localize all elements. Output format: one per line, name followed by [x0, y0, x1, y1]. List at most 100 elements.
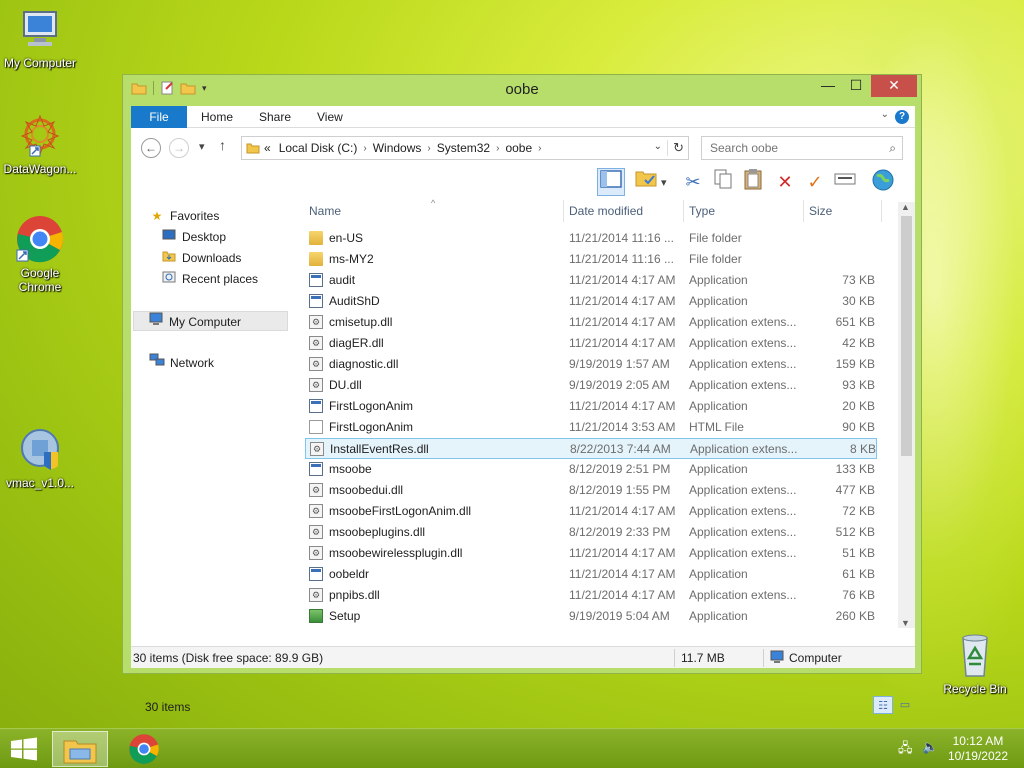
chevron-right-icon[interactable]: › [494, 143, 501, 154]
refresh-icon[interactable]: ↻ [667, 140, 684, 156]
file-name: en-US [329, 231, 364, 245]
file-row[interactable]: AuditShD 11/21/2014 4:17 AM Application 30 … [305, 291, 877, 312]
nav-my-computer[interactable]: My Computer [133, 311, 288, 331]
network-tray-icon[interactable]: 🖧 [898, 739, 913, 761]
column-date-modified[interactable]: Date modified [563, 198, 681, 224]
maximize-button[interactable]: ☐ [842, 75, 870, 97]
select-icon[interactable] [831, 168, 859, 196]
file-row[interactable]: msoobeplugins.dll 8/12/2019 2:33 PM Applic… [305, 522, 877, 543]
scroll-down-icon[interactable]: ▼ [901, 618, 910, 628]
breadcrumb-windows[interactable]: Windows [369, 141, 426, 155]
recent-places-icon [161, 269, 177, 289]
scroll-up-icon[interactable]: ▲ [901, 202, 910, 212]
chevron-right-icon[interactable]: › [536, 143, 543, 154]
column-name[interactable]: Name [303, 198, 559, 224]
file-size: 133 KB [835, 462, 875, 476]
help-icon[interactable]: ? [895, 110, 909, 124]
volume-icon[interactable]: 🔈 [922, 739, 938, 755]
nav-downloads[interactable]: Downloads [161, 248, 241, 268]
tab-home[interactable]: Home [201, 106, 233, 128]
search-input[interactable] [702, 137, 877, 159]
dll-file-icon [309, 501, 323, 521]
properties-folder-icon[interactable] [633, 168, 661, 196]
desktop-icon-my-computer[interactable]: My Computer [0, 8, 80, 70]
file-size: 20 KB [842, 399, 875, 413]
rename-icon[interactable]: ✓ [801, 168, 829, 196]
search-icon[interactable]: ⌕ [889, 141, 896, 156]
nav-recent-places[interactable]: Recent places [161, 269, 258, 289]
toolbar-dropdown-icon[interactable]: ▾ [661, 176, 667, 189]
file-row[interactable]: msoobewirelessplugin.dll 11/21/2014 4:17 … [305, 543, 877, 564]
breadcrumb-oobe[interactable]: oobe [501, 141, 536, 155]
chevron-right-icon[interactable]: › [361, 143, 368, 154]
search-box[interactable]: ⌕ [701, 136, 903, 160]
desktop-icon-recycle-bin[interactable]: Recycle Bin [935, 630, 1015, 696]
forward-button[interactable]: → [169, 138, 189, 158]
desktop-icon-label: Google Chrome [18, 266, 62, 294]
cut-icon[interactable]: ✂ [679, 168, 707, 196]
taskbar-chrome[interactable] [116, 731, 172, 767]
chevron-right-icon[interactable]: › [425, 143, 432, 154]
desktop-icon-label: DataWagon... [3, 162, 77, 176]
desktop-icon-label: vmac_v1.0... [5, 476, 75, 490]
up-arrow-icon[interactable]: ↑ [219, 137, 226, 153]
large-icons-view-icon[interactable]: ▭ [895, 696, 915, 714]
delete-icon[interactable]: ✕ [771, 168, 799, 196]
minimize-button[interactable]: — [814, 75, 842, 97]
breadcrumb-system32[interactable]: System32 [433, 141, 494, 155]
address-bar[interactable]: « Local Disk (C:) › Windows › System32 ›… [241, 136, 689, 160]
close-button[interactable]: ✕ [871, 75, 917, 97]
copy-icon[interactable] [709, 168, 737, 196]
file-row[interactable]: InstallEventRes.dll 8/22/2013 7:44 AM Appl… [305, 438, 877, 459]
vertical-scrollbar[interactable]: ▲ ▼ [898, 202, 915, 628]
expand-ribbon-icon[interactable]: ⌄ [881, 109, 889, 120]
tab-file[interactable]: File [131, 106, 187, 128]
file-size: 61 KB [842, 567, 875, 581]
address-dropdown-icon[interactable]: ⌄ [654, 141, 662, 152]
back-button[interactable]: ← [141, 138, 161, 158]
file-row[interactable]: msoobe 8/12/2019 2:51 PM Application 133 KB [305, 459, 877, 480]
nav-favorites[interactable]: ★ Favorites [149, 206, 220, 226]
file-row[interactable]: FirstLogonAnim 11/21/2014 3:53 AM HTML Fil… [305, 417, 877, 438]
file-row[interactable]: diagER.dll 11/21/2014 4:17 AM Application … [305, 333, 877, 354]
tab-view[interactable]: View [317, 106, 343, 128]
nav-network[interactable]: Network [149, 353, 214, 373]
details-view-icon[interactable]: ☷ [873, 696, 893, 714]
recent-locations-icon[interactable]: ▾ [199, 140, 205, 153]
file-row[interactable]: audit 11/21/2014 4:17 AM Application 73 KB [305, 270, 877, 291]
file-row[interactable]: en-US 11/21/2014 11:16 ... File folder [305, 228, 877, 249]
breadcrumb-overflow[interactable]: « [260, 141, 275, 155]
details-pane-icon[interactable] [597, 168, 625, 196]
network-icon [149, 353, 165, 373]
title-bar[interactable]: ▾ oobe — ☐ ✕ [123, 75, 921, 105]
file-row[interactable]: oobeldr 11/21/2014 4:17 AM Application 61 K… [305, 564, 877, 585]
clock[interactable]: 10:12 AM 10/19/2022 [948, 734, 1008, 764]
file-row[interactable]: msoobeFirstLogonAnim.dll 11/21/2014 4:17 … [305, 501, 877, 522]
file-row[interactable]: Setup 9/19/2019 5:04 AM Application 260 KB [305, 606, 877, 627]
dll-file-icon [309, 333, 323, 353]
file-row[interactable]: DU.dll 9/19/2019 2:05 AM Application exten… [305, 375, 877, 396]
file-row[interactable]: FirstLogonAnim 11/21/2014 4:17 AM Applicat… [305, 396, 877, 417]
desktop-icon-vmac[interactable]: vmac_v1.0... [0, 426, 80, 490]
column-type[interactable]: Type [683, 198, 799, 224]
start-button[interactable] [10, 737, 38, 761]
column-size[interactable]: Size [803, 198, 879, 224]
tab-share[interactable]: Share [259, 106, 291, 128]
file-type: Application [689, 567, 748, 581]
file-row[interactable]: diagnostic.dll 9/19/2019 1:57 AM Applicati… [305, 354, 877, 375]
nav-desktop[interactable]: Desktop [161, 227, 226, 247]
scrollbar-thumb[interactable] [901, 216, 912, 456]
desktop-icon-datawagon[interactable]: DataWagon... [0, 112, 80, 176]
file-row[interactable]: ms-MY2 11/21/2014 11:16 ... File folder [305, 249, 877, 270]
file-row[interactable]: msoobedui.dll 8/12/2019 1:55 PM Applicatio… [305, 480, 877, 501]
paste-icon[interactable] [739, 168, 767, 196]
globe-icon[interactable] [869, 168, 897, 196]
file-type: File folder [689, 252, 742, 266]
file-row[interactable]: cmisetup.dll 11/21/2014 4:17 AM Applicatio… [305, 312, 877, 333]
file-row[interactable]: pnpibs.dll 11/21/2014 4:17 AM Application … [305, 585, 877, 606]
star-icon: ★ [151, 209, 163, 223]
taskbar-file-explorer[interactable] [52, 731, 108, 767]
breadcrumb-local-disk[interactable]: Local Disk (C:) [275, 141, 362, 155]
column-divider[interactable] [881, 200, 882, 222]
desktop-icon-google-chrome[interactable]: Google Chrome [0, 214, 80, 294]
